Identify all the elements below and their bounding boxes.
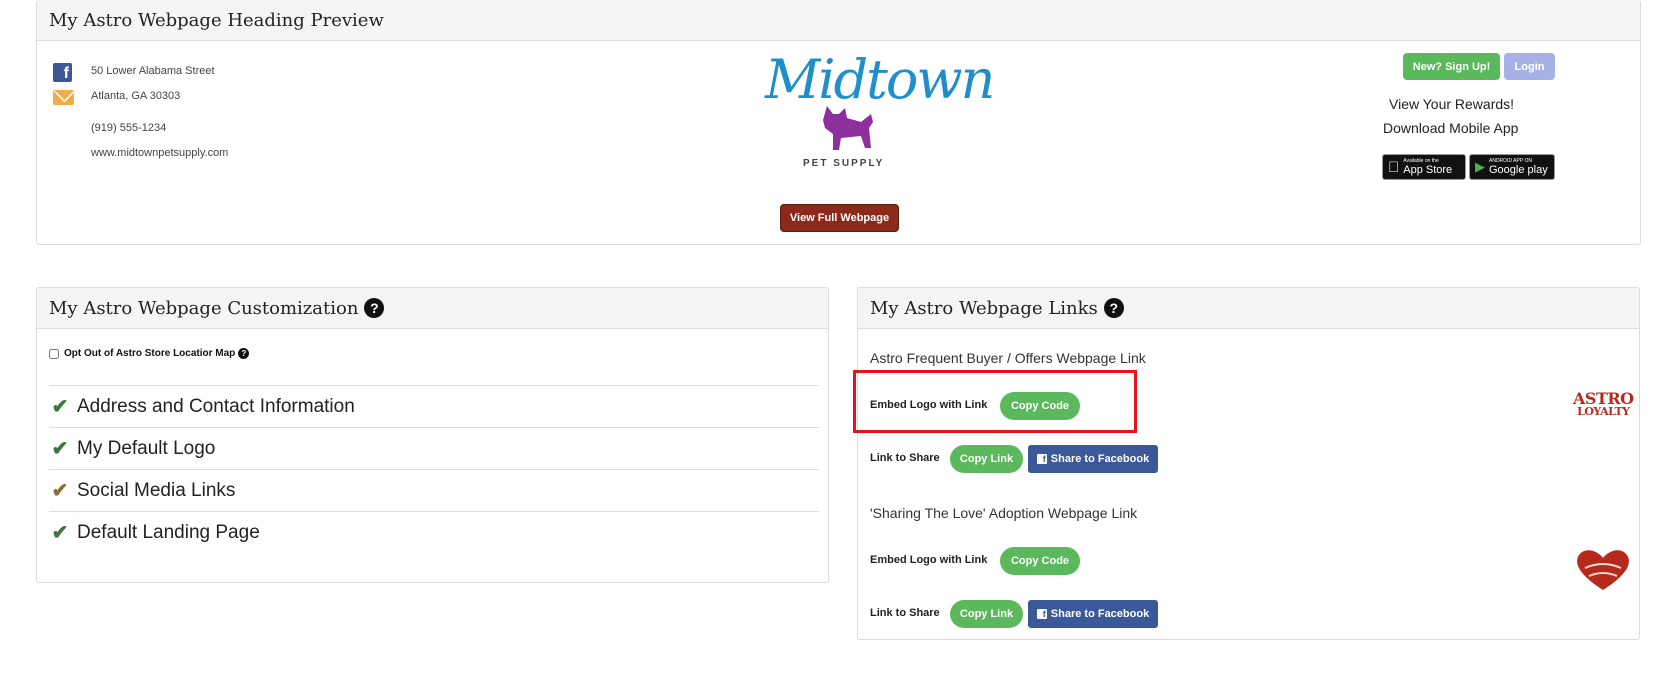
sharing-the-love-logo (1577, 550, 1629, 590)
signup-button[interactable]: New? Sign Up! (1403, 53, 1500, 80)
apple-icon:  (1388, 159, 1399, 176)
heading-preview-panel: My Astro Webpage Heading Preview f 50 Lo… (36, 0, 1641, 245)
website-link[interactable]: www.midtownpetsupply.com (91, 147, 228, 159)
checklist-label: My Default Logo (77, 437, 216, 459)
share-facebook-button[interactable]: f Share to Facebook (1028, 445, 1158, 473)
checklist-item[interactable]: ✔ My Default Logo (49, 427, 819, 469)
logo-subtitle: PET SUPPLY (803, 158, 885, 169)
astro-logo-line2: LOYALTY (1577, 405, 1630, 418)
link-to-share-label: Link to Share (870, 607, 940, 619)
share-facebook-label: Share to Facebook (1050, 453, 1150, 465)
embed-logo-label: Embed Logo with Link (870, 554, 988, 566)
checklist-item[interactable]: ✔ Address and Contact Information (49, 385, 819, 427)
customization-panel: My Astro Webpage Customization ? Opt Out… (36, 287, 829, 583)
dog-icon (823, 106, 873, 150)
address-line2: Atlanta, GA 30303 (91, 90, 181, 102)
checklist-label: Default Landing Page (77, 521, 260, 543)
link-to-share-label: Link to Share (870, 452, 940, 464)
checklist-item[interactable]: ✔ Social Media Links (49, 469, 819, 511)
help-icon[interactable]: ? (1103, 298, 1124, 318)
play-icon: ▶ (1475, 159, 1485, 174)
links-title: My Astro Webpage Links (870, 297, 1098, 319)
google-play-badge[interactable]: ▶ ANDROID APP ON Google play (1469, 154, 1555, 180)
facebook-icon: f (1036, 454, 1047, 464)
check-icon: ✔ (51, 438, 69, 460)
optout-label: Opt Out of Astro Store Locatior Map (64, 348, 236, 359)
panel-header: My Astro Webpage Links ? (858, 288, 1639, 329)
frequent-buyer-title: Astro Frequent Buyer / Offers Webpage Li… (870, 350, 1146, 366)
view-full-webpage-button[interactable]: View Full Webpage (780, 204, 899, 232)
check-icon: ✔ (51, 396, 69, 418)
address-line1: 50 Lower Alabama Street (91, 65, 215, 77)
adoption-link-title: 'Sharing The Love' Adoption Webpage Link (870, 505, 1138, 521)
webpage-links-panel: My Astro Webpage Links ? Astro Frequent … (857, 287, 1640, 640)
share-facebook-button[interactable]: f Share to Facebook (1028, 600, 1158, 628)
copy-link-button[interactable]: Copy Link (950, 445, 1023, 473)
help-icon[interactable]: ? (238, 348, 250, 359)
preview-title: My Astro Webpage Heading Preview (49, 9, 384, 31)
app-store-big: App Store (1392, 164, 1452, 176)
checklist-label: Social Media Links (77, 479, 236, 501)
share-facebook-label: Share to Facebook (1050, 608, 1150, 620)
facebook-icon: f (1036, 609, 1047, 619)
copy-code-button[interactable]: Copy Code (1000, 547, 1080, 575)
email-icon[interactable] (53, 90, 74, 105)
download-app-link[interactable]: Download Mobile App (1383, 120, 1518, 136)
check-icon: ✔ (51, 480, 69, 502)
help-icon[interactable]: ? (364, 298, 385, 318)
embed-logo-highlight (853, 370, 1137, 433)
google-play-big: Google play (1489, 164, 1548, 176)
checklist-label: Address and Contact Information (77, 395, 355, 417)
optout-map-option[interactable]: Opt Out of Astro Store Locatior Map ? (49, 348, 250, 359)
phone-number: (919) 555-1234 (91, 122, 167, 134)
checklist-item[interactable]: ✔ Default Landing Page (49, 511, 819, 553)
check-icon: ✔ (51, 522, 69, 544)
customization-title: My Astro Webpage Customization (49, 297, 359, 319)
panel-header: My Astro Webpage Customization ? (37, 288, 828, 329)
store-logo: Midtown PET SUPPLY (755, 48, 995, 178)
login-button[interactable]: Login (1504, 53, 1555, 80)
app-store-badge[interactable]:  Available on the App Store (1382, 154, 1466, 180)
optout-checkbox[interactable] (49, 348, 59, 359)
panel-header: My Astro Webpage Heading Preview (37, 0, 1640, 41)
copy-link-button[interactable]: Copy Link (950, 600, 1023, 628)
astro-loyalty-logo: ASTRO LOYALTY (1573, 391, 1634, 419)
view-rewards-link[interactable]: View Your Rewards! (1389, 96, 1514, 112)
facebook-icon[interactable]: f (53, 63, 72, 82)
